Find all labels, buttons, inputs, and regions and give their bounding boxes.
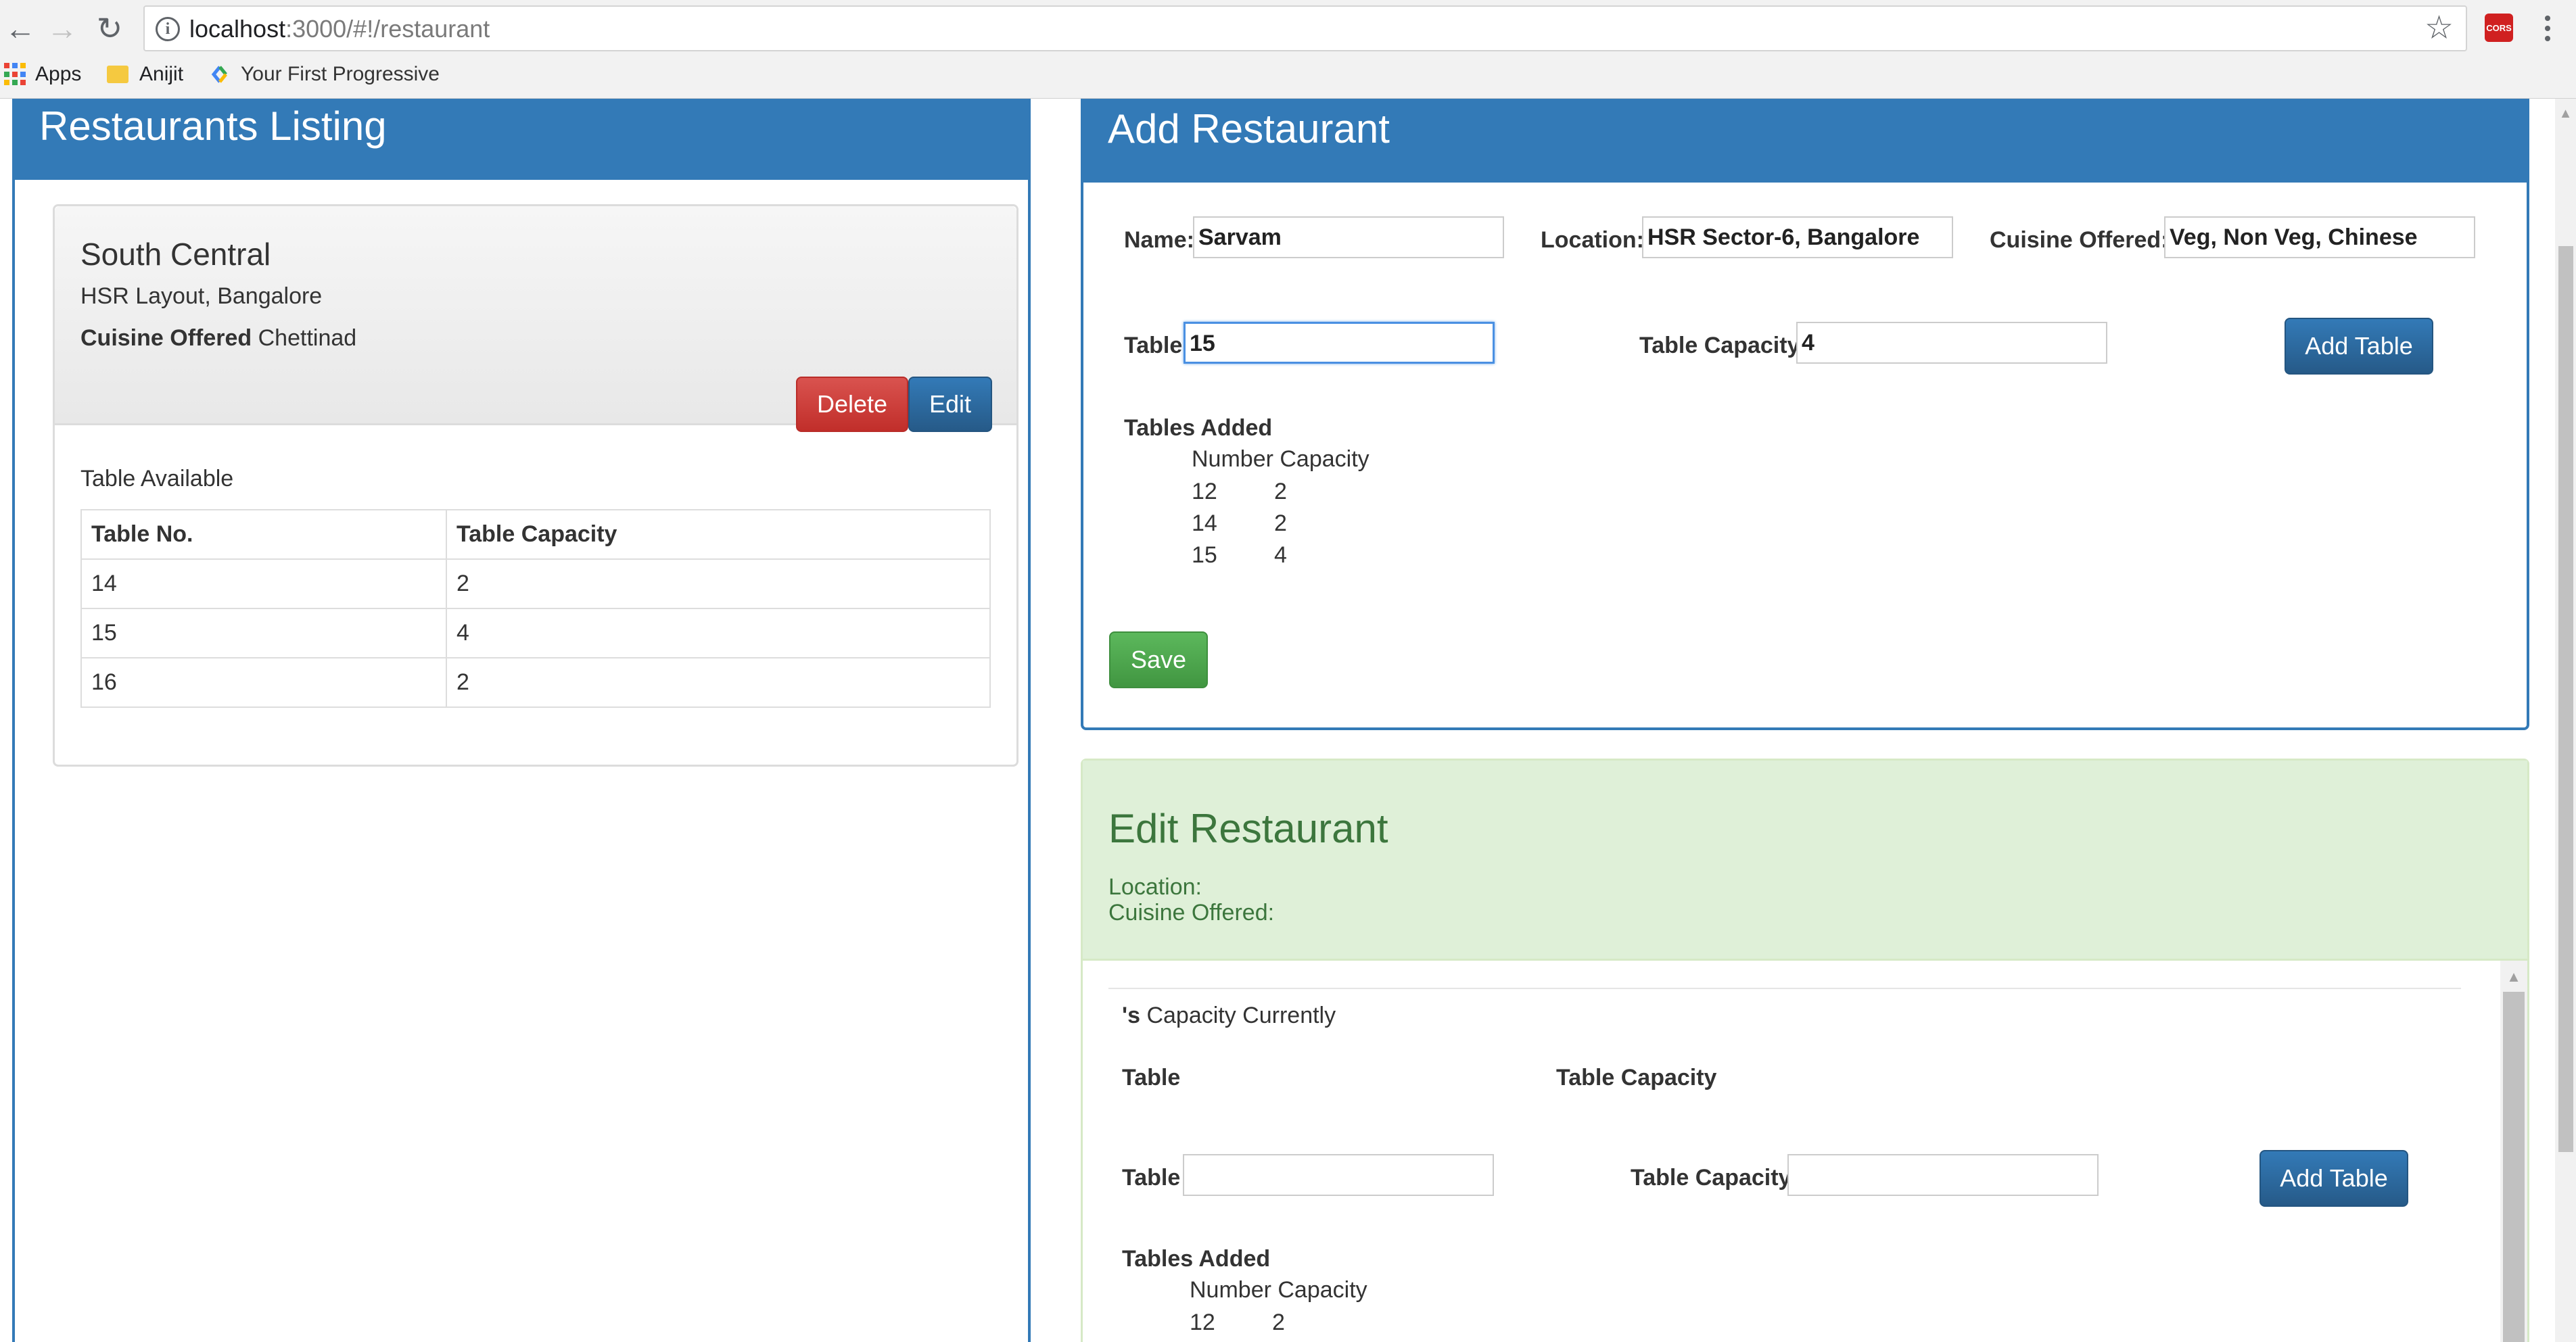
cuisine-offered-label: Cuisine Offered: [1990, 227, 2169, 253]
forward-icon[interactable]: → [42, 8, 83, 49]
edit-table-header: Table [1122, 1065, 1181, 1091]
table-input[interactable]: 15 [1184, 322, 1495, 364]
table-capacity-cell: 4 [446, 608, 991, 658]
added-table-capacity: 2 [1274, 510, 1287, 536]
edit-restaurant-panel: Edit Restaurant Location: Cuisine Offere… [1081, 759, 2529, 1342]
table-capacity-label: Table Capacity [1639, 333, 1800, 358]
url-text[interactable]: localhost:3000/#!/restaurant [189, 15, 490, 43]
url-path: :3000/#!/restaurant [285, 15, 490, 43]
cuisine-value: Chettinad [258, 325, 357, 351]
added-table-number: 14 [1192, 510, 1217, 536]
scroll-up-arrow-icon[interactable]: ▲ [2500, 965, 2527, 989]
page-scroll-thumb[interactable] [2558, 246, 2573, 1152]
tables-added-label: Tables Added [1124, 415, 1273, 441]
table-row: 16 2 [80, 657, 991, 708]
table-available-label: Table Available [80, 466, 234, 492]
restaurant-card: South Central HSR Layout, Bangalore Cuis… [53, 204, 1018, 767]
bookmark-progressive-label: Your First Progressive [241, 63, 440, 85]
restaurant-cuisine: Cuisine Offered Chettinad [80, 325, 356, 352]
add-restaurant-panel: Add Restaurant Name: Sarvam Location: HS… [1081, 99, 2529, 730]
column-header-table-capacity: Table Capacity [446, 509, 991, 560]
add-restaurant-title: Add Restaurant [1108, 106, 1390, 151]
site-favicon-icon [211, 66, 227, 83]
save-button[interactable]: Save [1109, 631, 1208, 688]
edit-table-label: Table [1122, 1165, 1181, 1191]
restaurant-location: HSR Layout, Bangalore [80, 283, 323, 309]
bookmark-star-icon[interactable]: ☆ [2425, 11, 2454, 46]
table-row: 14 2 [80, 558, 991, 609]
add-restaurant-heading: Add Restaurant [1083, 99, 2527, 183]
page-content: Restaurants Listing South Central HSR La… [0, 99, 2576, 1342]
capacity-currently-label: Capacity Currently [1140, 1003, 1336, 1028]
edit-table-capacity-label: Table Capacity [1631, 1165, 1792, 1191]
edit-table-capacity-input[interactable] [1787, 1154, 2099, 1196]
apps-grid-icon [4, 63, 27, 86]
tables-added-header: Number Capacity [1192, 446, 1369, 472]
reload-icon[interactable]: ↻ [89, 8, 130, 49]
added-table-number: 15 [1192, 542, 1217, 568]
restaurant-card-header: South Central HSR Layout, Bangalore Cuis… [55, 206, 1016, 432]
delete-button[interactable]: Delete [796, 377, 908, 432]
edit-button[interactable]: Edit [908, 377, 992, 432]
bookmark-apps-label: Apps [35, 63, 82, 85]
edit-panel-scrollbar[interactable]: ▲ [2500, 961, 2527, 1342]
table-capacity-cell: 2 [446, 657, 991, 708]
table-header-row: Table No. Table Capacity [80, 509, 991, 560]
bookmark-apps[interactable]: Apps [4, 61, 81, 88]
edit-divider [1108, 988, 2461, 989]
url-host: localhost [189, 15, 286, 43]
edit-tables-added-header: Number Capacity [1190, 1277, 1367, 1303]
bookmark-progressive[interactable]: Your First Progressive [210, 61, 440, 88]
edit-add-table-button[interactable]: Add Table [2259, 1150, 2408, 1207]
table-number-cell: 16 [80, 657, 447, 708]
edit-table-input[interactable] [1183, 1154, 1494, 1196]
table-label: Table [1124, 333, 1183, 358]
folder-icon [107, 66, 128, 83]
browser-menu-icon[interactable] [2539, 8, 2556, 49]
page-scroll-up-arrow-icon[interactable]: ▲ [2555, 103, 2576, 124]
edit-restaurant-title: Edit Restaurant [1108, 806, 1388, 851]
table-capacity-cell: 2 [446, 558, 991, 609]
info-icon[interactable]: i [156, 17, 180, 41]
location-label: Location: [1541, 227, 1644, 253]
location-input[interactable]: HSR Sector-6, Bangalore [1642, 216, 1953, 258]
capacity-prefix: 's [1122, 1003, 1140, 1028]
table-number-cell: 14 [80, 558, 447, 609]
bookmark-anijit-label: Anijit [139, 63, 184, 85]
table-number-cell: 15 [80, 608, 447, 658]
table-list: Table No. Table Capacity 14 2 15 4 16 2 [80, 509, 991, 708]
column-header-table-no: Table No. [80, 509, 447, 560]
table-row: 15 4 [80, 608, 991, 658]
name-label: Name: [1124, 227, 1194, 253]
table-capacity-input[interactable]: 4 [1796, 322, 2107, 364]
address-bar[interactable]: i localhost:3000/#!/restaurant ☆ [143, 5, 2467, 51]
back-icon[interactable]: ← [0, 8, 41, 49]
cuisine-offered-input[interactable]: Veg, Non Veg, Chinese [2164, 216, 2475, 258]
bookmark-anijit[interactable]: Anijit [107, 61, 183, 88]
restaurants-listing-heading: Restaurants Listing [15, 99, 1028, 180]
edit-tables-added-label: Tables Added [1122, 1246, 1271, 1272]
restaurants-listing-title: Restaurants Listing [39, 103, 387, 149]
browser-chrome: ← → ↻ i localhost:3000/#!/restaurant ☆ C… [0, 0, 2576, 99]
edit-location-label: Location: [1108, 874, 1202, 900]
edit-cuisine-label: Cuisine Offered: [1108, 900, 1275, 926]
name-input[interactable]: Sarvam [1193, 216, 1504, 258]
added-table-number: 12 [1192, 479, 1217, 504]
page-scrollbar[interactable]: ▲ [2555, 99, 2576, 1342]
edit-added-table-number: 12 [1190, 1310, 1215, 1335]
restaurant-name: South Central [80, 237, 271, 272]
edit-capacity-header: Table Capacity [1556, 1065, 1717, 1091]
edit-added-table-capacity: 2 [1272, 1310, 1285, 1335]
capacity-currently-text: 's Capacity Currently [1122, 1003, 1336, 1029]
edit-restaurant-heading: Edit Restaurant Location: Cuisine Offere… [1083, 761, 2527, 961]
added-table-capacity: 2 [1274, 479, 1287, 504]
cuisine-label: Cuisine Offered [80, 325, 252, 351]
edit-panel-scroll-thumb[interactable] [2503, 992, 2525, 1342]
add-table-button[interactable]: Add Table [2285, 318, 2433, 375]
added-table-capacity: 4 [1274, 542, 1287, 568]
restaurants-listing-panel: Restaurants Listing South Central HSR La… [12, 99, 1031, 1342]
cors-extension-icon[interactable]: CORS [2485, 14, 2513, 42]
